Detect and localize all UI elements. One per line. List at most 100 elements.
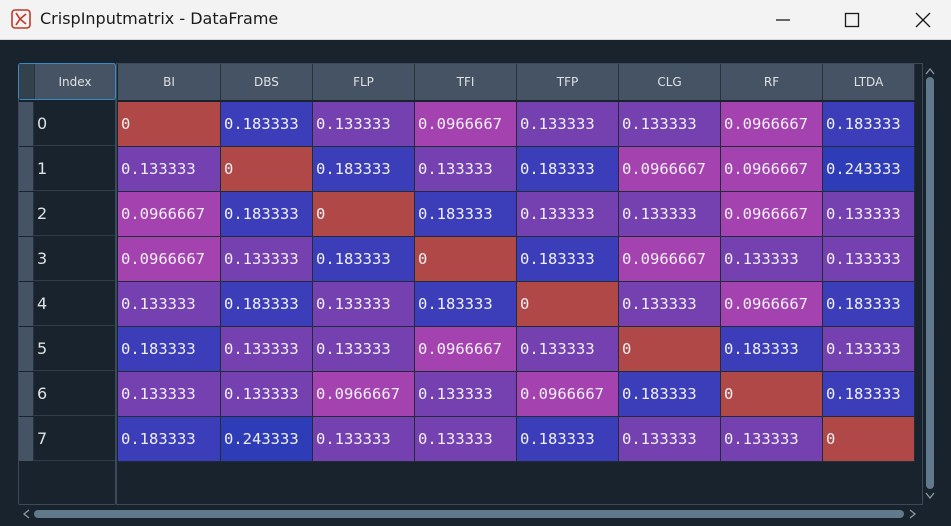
index-row[interactable]: 0 bbox=[19, 102, 115, 146]
column-header-bi[interactable]: BI bbox=[118, 64, 221, 100]
table-cell[interactable]: 0.183333 bbox=[415, 282, 517, 327]
table-cell[interactable]: 0.183333 bbox=[517, 237, 619, 282]
horizontal-scroll-thumb[interactable] bbox=[34, 510, 904, 518]
scroll-up-icon[interactable] bbox=[925, 67, 935, 75]
table-cell[interactable]: 0.0966667 bbox=[517, 372, 619, 417]
table-cell[interactable]: 0.183333 bbox=[221, 282, 313, 327]
index-label: 3 bbox=[34, 237, 115, 281]
index-header[interactable]: Index bbox=[18, 63, 116, 100]
column-header-flp[interactable]: FLP bbox=[313, 64, 415, 100]
table-row: 0.0966667 0.133333 0.183333 0 0.183333 0.0966… bbox=[118, 237, 915, 282]
table-cell[interactable]: 0.0966667 bbox=[118, 237, 221, 282]
table-cell[interactable]: 0.0966667 bbox=[415, 327, 517, 372]
table-cell[interactable]: 0.133333 bbox=[619, 102, 721, 147]
table-cell[interactable]: 0.183333 bbox=[118, 327, 221, 372]
table-cell[interactable]: 0.183333 bbox=[517, 147, 619, 192]
horizontal-scrollbar[interactable] bbox=[18, 507, 923, 521]
table-cell[interactable]: 0.133333 bbox=[619, 417, 721, 462]
vertical-scrollbar[interactable] bbox=[923, 64, 937, 504]
index-row[interactable]: 3 bbox=[19, 237, 115, 281]
table-cell[interactable]: 0.133333 bbox=[619, 192, 721, 237]
table-cell[interactable]: 0.133333 bbox=[415, 417, 517, 462]
table-cell[interactable]: 0.0966667 bbox=[721, 147, 823, 192]
minimize-icon bbox=[776, 19, 790, 21]
scroll-left-icon[interactable] bbox=[22, 509, 30, 519]
table-cell[interactable]: 0.183333 bbox=[721, 327, 823, 372]
table-cell[interactable]: 0.183333 bbox=[118, 417, 221, 462]
table-cell[interactable]: 0.183333 bbox=[823, 282, 915, 327]
maximize-button[interactable] bbox=[829, 0, 875, 40]
table-cell[interactable]: 0.0966667 bbox=[313, 372, 415, 417]
table-cell[interactable]: 0.133333 bbox=[721, 417, 823, 462]
table-cell[interactable]: 0.0966667 bbox=[619, 147, 721, 192]
table-cell[interactable]: 0.0966667 bbox=[118, 192, 221, 237]
table-cell[interactable]: 0.183333 bbox=[221, 192, 313, 237]
table-cell[interactable]: 0.243333 bbox=[221, 417, 313, 462]
table-cell[interactable]: 0 bbox=[823, 417, 915, 462]
table-cell[interactable]: 0.183333 bbox=[221, 102, 313, 147]
column-header-dbs[interactable]: DBS bbox=[221, 64, 313, 100]
table-cell[interactable]: 0.0966667 bbox=[721, 282, 823, 327]
table-cell[interactable]: 0.133333 bbox=[118, 147, 221, 192]
table-cell[interactable]: 0.133333 bbox=[517, 192, 619, 237]
table-cell[interactable]: 0.0966667 bbox=[619, 237, 721, 282]
table-cell[interactable]: 0.133333 bbox=[313, 417, 415, 462]
table-cell[interactable]: 0.133333 bbox=[313, 327, 415, 372]
index-row[interactable]: 1 bbox=[19, 147, 115, 191]
table-cell[interactable]: 0 bbox=[517, 282, 619, 327]
column-header-tfi[interactable]: TFI bbox=[415, 64, 517, 100]
table-row: 0.0966667 0.183333 0 0.183333 0.133333 0.1333… bbox=[118, 192, 915, 237]
table-cell[interactable]: 0.133333 bbox=[517, 102, 619, 147]
table-cell[interactable]: 0 bbox=[313, 192, 415, 237]
table-cell[interactable]: 0.133333 bbox=[415, 372, 517, 417]
scroll-right-icon[interactable] bbox=[909, 509, 917, 519]
table-cell[interactable]: 0.133333 bbox=[823, 237, 915, 282]
vertical-scroll-thumb[interactable] bbox=[926, 77, 934, 489]
column-header-ltda[interactable]: LTDA bbox=[823, 64, 915, 100]
table-cell[interactable]: 0 bbox=[619, 327, 721, 372]
index-label: 7 bbox=[34, 417, 115, 461]
table-cell[interactable]: 0.133333 bbox=[221, 327, 313, 372]
table-cell[interactable]: 0.183333 bbox=[823, 372, 915, 417]
index-row[interactable]: 2 bbox=[19, 192, 115, 236]
table-cell[interactable]: 0.133333 bbox=[721, 237, 823, 282]
table-cell[interactable]: 0.133333 bbox=[221, 237, 313, 282]
column-header-tfp[interactable]: TFP bbox=[517, 64, 619, 100]
index-header-label: Index bbox=[58, 74, 92, 89]
table-cell[interactable]: 0.243333 bbox=[823, 147, 915, 192]
index-row[interactable]: 4 bbox=[19, 282, 115, 326]
table-cell[interactable]: 0.0966667 bbox=[415, 102, 517, 147]
table-cell[interactable]: 0.133333 bbox=[517, 327, 619, 372]
table-cell[interactable]: 0.133333 bbox=[313, 102, 415, 147]
minimize-button[interactable] bbox=[760, 0, 806, 40]
table-cell[interactable]: 0.183333 bbox=[313, 147, 415, 192]
index-row[interactable]: 6 bbox=[19, 372, 115, 416]
table-cell[interactable]: 0 bbox=[118, 102, 221, 147]
table-cell[interactable]: 0 bbox=[415, 237, 517, 282]
column-header-rf[interactable]: RF bbox=[721, 64, 823, 100]
table-cell[interactable]: 0.133333 bbox=[118, 282, 221, 327]
scroll-down-icon[interactable] bbox=[925, 492, 935, 500]
table-cell[interactable]: 0.183333 bbox=[619, 372, 721, 417]
close-button[interactable] bbox=[900, 0, 946, 40]
table-cell[interactable]: 0 bbox=[721, 372, 823, 417]
table-row: 0.183333 0.243333 0.133333 0.133333 0.183333… bbox=[118, 417, 915, 462]
table-cell[interactable]: 0 bbox=[221, 147, 313, 192]
table-cell[interactable]: 0.133333 bbox=[118, 372, 221, 417]
table-cell[interactable]: 0.183333 bbox=[823, 102, 915, 147]
table-cell[interactable]: 0.133333 bbox=[415, 147, 517, 192]
table-cell[interactable]: 0.133333 bbox=[823, 327, 915, 372]
index-row[interactable]: 7 bbox=[19, 417, 115, 461]
table-cell[interactable]: 0.133333 bbox=[619, 282, 721, 327]
table-cell[interactable]: 0.133333 bbox=[823, 192, 915, 237]
table-cell[interactable]: 0.183333 bbox=[517, 417, 619, 462]
table-cell[interactable]: 0.133333 bbox=[313, 282, 415, 327]
table-cell[interactable]: 0.183333 bbox=[313, 237, 415, 282]
table-cell[interactable]: 0.0966667 bbox=[721, 102, 823, 147]
table-cell[interactable]: 0.183333 bbox=[415, 192, 517, 237]
index-row[interactable]: 5 bbox=[19, 327, 115, 371]
table-cell[interactable]: 0.133333 bbox=[221, 372, 313, 417]
table-cell[interactable]: 0.0966667 bbox=[721, 192, 823, 237]
column-header-clg[interactable]: CLG bbox=[619, 64, 721, 100]
table-row: 0.133333 0.183333 0.133333 0.183333 0 0.13333… bbox=[118, 282, 915, 327]
